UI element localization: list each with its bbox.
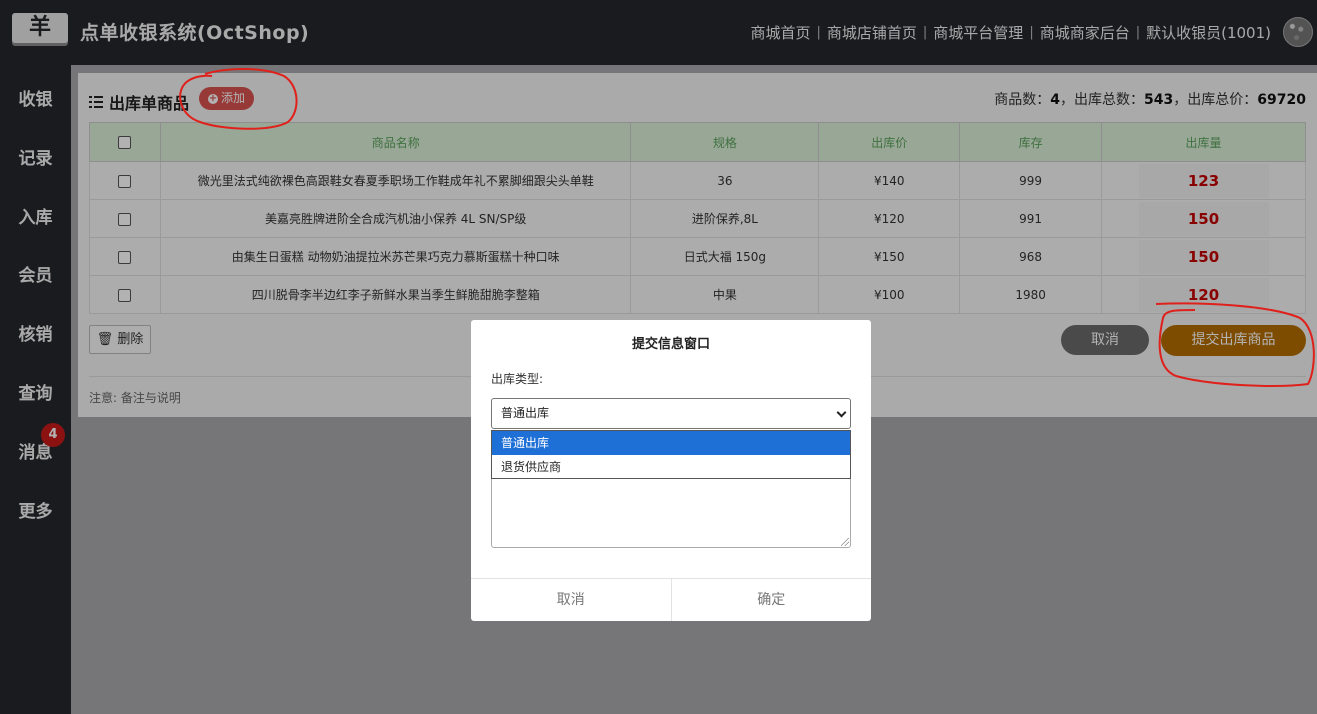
dialog-cancel-button[interactable]: 取消 xyxy=(471,579,672,621)
dialog-title: 提交信息窗口 xyxy=(631,337,710,352)
stock-out-type-select[interactable]: 普通出库 xyxy=(491,398,851,429)
chevron-down-icon xyxy=(836,407,847,418)
dialog-footer: 取消 确定 xyxy=(471,578,871,621)
dialog-confirm-button[interactable]: 确定 xyxy=(672,579,872,621)
select-value: 普通出库 xyxy=(501,406,550,420)
option-normal-stock-out[interactable]: 普通出库 xyxy=(492,431,850,455)
stock-out-type-label: 出库类型: xyxy=(491,372,544,386)
submit-info-dialog: 提交信息窗口 出库类型: 普通出库 普通出库 退货供应商 取消 确定 xyxy=(471,320,871,621)
stock-out-type-options: 普通出库 退货供应商 xyxy=(491,430,851,479)
option-return-to-supplier[interactable]: 退货供应商 xyxy=(492,455,850,479)
resize-grip-icon[interactable] xyxy=(841,538,849,546)
